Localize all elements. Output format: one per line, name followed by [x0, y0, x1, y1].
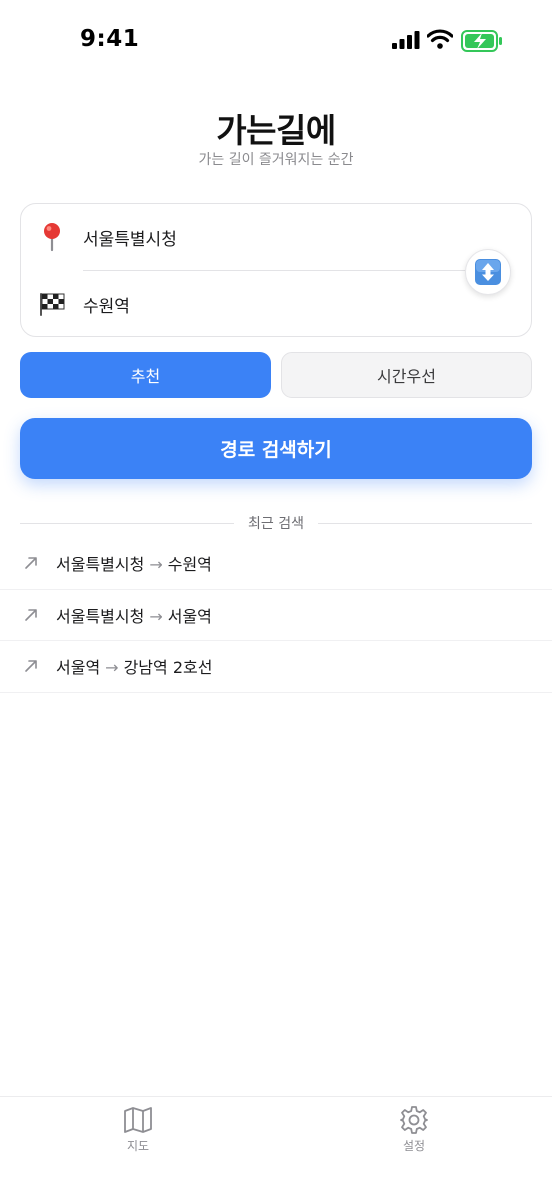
recent-item[interactable]: 서울특별시청 → 서울역	[0, 590, 552, 641]
recent-from: 서울역	[56, 658, 101, 678]
destination-text: 수원역	[83, 296, 130, 317]
recent-to: 서울역	[167, 606, 212, 626]
recent-title: 최근 검색	[248, 516, 304, 532]
status-time: 9:41	[80, 26, 140, 52]
route-search-button[interactable]: 경로 검색하기	[20, 418, 532, 479]
swap-icon	[475, 259, 501, 285]
divider	[20, 522, 235, 524]
route-card: 서울특별시청 수원역	[20, 203, 532, 337]
map-icon	[124, 1107, 152, 1133]
arrow-up-right-icon	[0, 608, 56, 622]
wifi-icon	[427, 29, 453, 49]
arrow-right-icon: →	[149, 555, 163, 575]
tab-settings[interactable]: 설정	[374, 1105, 454, 1154]
recent-to: 강남역 2호선	[123, 658, 213, 678]
app-screen: 9:41 가는길에 가는 길이 즐거워지는 순간 서울특별시청 수원역 추천 시…	[0, 0, 552, 1200]
recent-list: 서울특별시청 → 수원역 서울특별시청 → 서울역 서울역 → 강남역 2호선	[0, 538, 552, 693]
destination-field[interactable]: 수원역	[21, 279, 461, 329]
arrow-right-icon: →	[149, 606, 163, 626]
recent-item-text: 서울특별시청 → 서울역	[56, 603, 212, 627]
status-bar: 9:41	[0, 0, 552, 82]
swap-button[interactable]	[465, 249, 511, 295]
signal-icon	[392, 31, 420, 49]
tab-map-label: 지도	[126, 1139, 150, 1153]
arrow-up-right-icon	[0, 556, 56, 570]
recent-item-text: 서울특별시청 → 수원역	[56, 551, 212, 575]
origin-text: 서울특별시청	[83, 229, 177, 250]
recent-from: 서울특별시청	[56, 555, 145, 575]
recent-header: 최근 검색	[20, 512, 533, 534]
recent-item[interactable]: 서울역 → 강남역 2호선	[0, 641, 552, 693]
divider	[318, 522, 533, 524]
battery-icon	[461, 30, 502, 52]
app-subtitle: 가는 길이 즐거워지는 순간	[198, 152, 354, 168]
arrow-up-right-icon	[0, 659, 56, 673]
tab-map[interactable]: 지도	[98, 1105, 178, 1154]
gear-icon	[400, 1106, 428, 1134]
pin-icon	[21, 222, 83, 252]
route-divider	[83, 270, 511, 271]
arrow-right-icon: →	[105, 658, 119, 678]
mode-time-priority-button[interactable]: 시간우선	[281, 352, 532, 398]
recent-to: 수원역	[167, 555, 212, 575]
recent-item[interactable]: 서울특별시청 → 수원역	[0, 538, 552, 590]
tab-settings-label: 설정	[402, 1139, 426, 1153]
tab-bar: 지도 설정	[0, 1096, 552, 1200]
checkered-flag-icon	[21, 292, 83, 316]
mode-recommend-button[interactable]: 추천	[20, 352, 271, 398]
origin-field[interactable]: 서울특별시청	[21, 212, 461, 262]
app-title: 가는길에	[216, 111, 336, 150]
recent-from: 서울특별시청	[56, 606, 145, 626]
recent-item-text: 서울역 → 강남역 2호선	[56, 654, 212, 678]
